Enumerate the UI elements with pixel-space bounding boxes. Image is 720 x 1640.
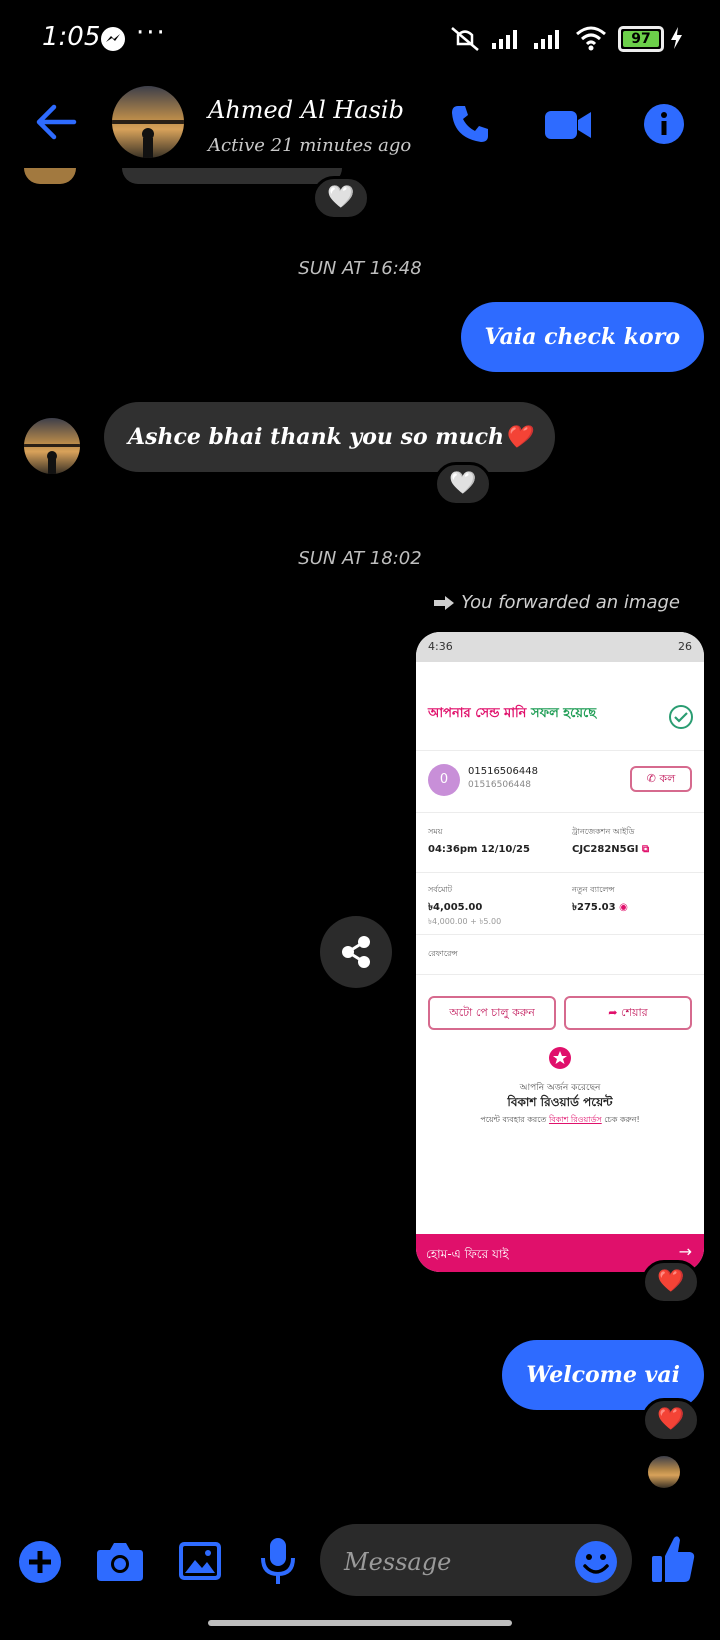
- wifi-icon: [576, 26, 606, 51]
- title-part: সফল হয়েছে: [530, 706, 597, 721]
- home-indicator[interactable]: [208, 1620, 512, 1626]
- recipient-avatar: 0: [428, 764, 460, 796]
- time-value: 04:36pm 12/10/25: [428, 844, 530, 855]
- total-sub: ৳4,000.00 + ৳5.00: [428, 917, 502, 926]
- txn-value: CJC282N5GI ⧉: [572, 844, 649, 855]
- received-message[interactable]: Ashce bhai thank you so much❤️: [104, 402, 556, 472]
- image-status-battery: 26: [678, 640, 692, 653]
- seen-avatar: [648, 1456, 680, 1488]
- active-status: Active 21 minutes ago: [208, 135, 412, 156]
- txn-id: CJC282N5GI: [572, 844, 639, 855]
- plus-icon[interactable]: [18, 1540, 62, 1584]
- share-icon: [342, 936, 370, 968]
- status-overflow: ···: [136, 18, 167, 48]
- eye-icon[interactable]: ◉: [619, 902, 628, 913]
- title-part: সেন্ড মানি: [475, 706, 527, 721]
- avatar[interactable]: [24, 418, 80, 474]
- message-bubble[interactable]: [122, 168, 342, 184]
- reward-text: চেক করুন!: [604, 1115, 640, 1124]
- avatar[interactable]: [112, 86, 184, 158]
- thumbs-up-icon[interactable]: [650, 1532, 696, 1586]
- reference-label: রেফারেন্স: [428, 949, 458, 958]
- check-circle-icon: [669, 705, 693, 729]
- forward-note-text: You forwarded an image: [461, 592, 680, 613]
- heart-icon: 🤍: [449, 471, 477, 496]
- info-icon[interactable]: [644, 104, 684, 144]
- battery-level: 97: [623, 31, 659, 47]
- arrow-right-icon: →: [678, 1242, 692, 1261]
- microphone-icon[interactable]: [258, 1536, 298, 1586]
- heart-icon: 🤍: [327, 185, 355, 210]
- reaction-badge[interactable]: 🤍: [434, 462, 492, 506]
- battery-icon: 97: [618, 26, 664, 52]
- reward-text: পয়েন্ট ব্যবহার করতে: [480, 1115, 547, 1124]
- sent-message[interactable]: Vaia check koro: [460, 302, 704, 372]
- phone-icon: ✆: [646, 772, 656, 785]
- reaction-badge[interactable]: ❤️: [642, 1260, 700, 1304]
- balance-amount: ৳275.03: [572, 902, 616, 913]
- message-placeholder: Message: [344, 1548, 452, 1576]
- avatar: [24, 168, 76, 184]
- forward-arrow-icon: [434, 596, 455, 610]
- share-label: শেয়ার: [621, 1006, 648, 1019]
- balance-value: ৳275.03 ◉: [572, 900, 628, 917]
- reaction-badge[interactable]: ❤️: [642, 1398, 700, 1442]
- mute-icon: [451, 27, 479, 51]
- reaction-badge[interactable]: 🤍: [312, 176, 370, 220]
- txn-label: ট্রানজেকশন আইডি: [572, 827, 635, 836]
- signal-icon: [534, 30, 559, 49]
- share-button[interactable]: [320, 916, 392, 988]
- reward-line1: আপনি অর্জন করেছেন: [519, 1083, 601, 1093]
- message-timestamp: SUN AT 18:02: [298, 548, 422, 569]
- video-call-icon[interactable]: [544, 108, 592, 142]
- autopay-button[interactable]: অটো পে চালু করুন: [428, 996, 556, 1030]
- forwarded-image[interactable]: 4:36 26 আপনার সেন্ড মানি সফল হয়েছে 0 01…: [416, 632, 704, 1272]
- back-arrow-icon[interactable]: [34, 102, 78, 142]
- total-value: ৳4,005.00: [428, 902, 483, 913]
- reward-star-icon: [549, 1047, 571, 1069]
- call-button[interactable]: ✆ কল: [630, 766, 692, 792]
- reward-line3: পয়েন্ট ব্যবহার করতে বিকাশ রিওয়ার্ডস চে…: [416, 1114, 704, 1127]
- transaction-title: আপনার সেন্ড মানি সফল হয়েছে: [428, 704, 596, 725]
- recipient-number: 01516506448: [468, 766, 538, 777]
- forward-note: You forwarded an image: [433, 592, 680, 613]
- phone-icon[interactable]: [450, 104, 490, 144]
- home-footer-label: হোম-এ ফিরে যাই: [426, 1247, 509, 1261]
- copy-icon[interactable]: ⧉: [642, 844, 649, 855]
- recipient-sub: 01516506448: [468, 780, 531, 790]
- signal-icon: [492, 30, 517, 49]
- total-label: সর্বমোট: [428, 885, 453, 894]
- call-label: কল: [659, 772, 676, 785]
- messenger-icon: [101, 27, 125, 51]
- image-status-bar: 4:36 26: [416, 632, 704, 662]
- time-label: সময়: [428, 827, 443, 836]
- title-part: আপনার: [428, 706, 471, 721]
- status-bar: 1:05 ··· 97: [0, 0, 720, 80]
- share-receipt-button[interactable]: ➦ শেয়ার: [564, 996, 692, 1030]
- charging-icon: [671, 27, 682, 49]
- gallery-icon[interactable]: [178, 1540, 222, 1582]
- contact-name[interactable]: Ahmed Al Hasib: [208, 96, 404, 124]
- reward-line2: বিকাশ রিওয়ার্ড পয়েন্ট: [507, 1095, 613, 1109]
- share-arrow-icon: ➦: [608, 1006, 618, 1019]
- image-status-time: 4:36: [428, 640, 453, 653]
- message-timestamp: SUN AT 16:48: [298, 258, 422, 279]
- balance-label: নতুন ব্যালেন্স: [572, 885, 615, 894]
- camera-icon[interactable]: [96, 1540, 144, 1582]
- status-time: 1:05: [42, 22, 101, 52]
- heart-icon: ❤️: [657, 1269, 685, 1294]
- emoji-icon[interactable]: [574, 1540, 618, 1584]
- rewards-link[interactable]: বিকাশ রিওয়ার্ডস: [549, 1115, 602, 1124]
- autopay-label: অটো পে চালু করুন: [449, 1006, 535, 1019]
- heart-icon: ❤️: [657, 1407, 685, 1432]
